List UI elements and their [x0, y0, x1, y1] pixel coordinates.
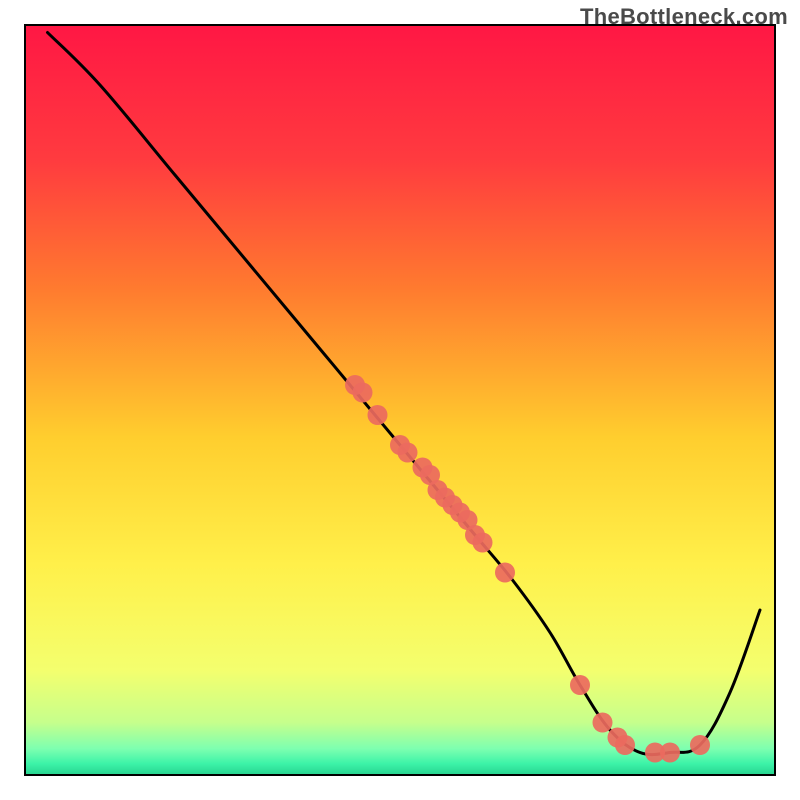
watermark-label: TheBottleneck.com	[580, 4, 788, 30]
highlighted-point	[615, 735, 635, 755]
highlighted-point	[570, 675, 590, 695]
highlighted-point	[368, 405, 388, 425]
highlighted-point	[473, 533, 493, 553]
highlighted-point	[495, 563, 515, 583]
bottleneck-chart	[0, 0, 800, 800]
highlighted-point	[398, 443, 418, 463]
plot-background	[25, 25, 775, 775]
highlighted-point	[660, 743, 680, 763]
chart-stage: TheBottleneck.com	[0, 0, 800, 800]
highlighted-point	[690, 735, 710, 755]
highlighted-point	[593, 713, 613, 733]
highlighted-point	[353, 383, 373, 403]
